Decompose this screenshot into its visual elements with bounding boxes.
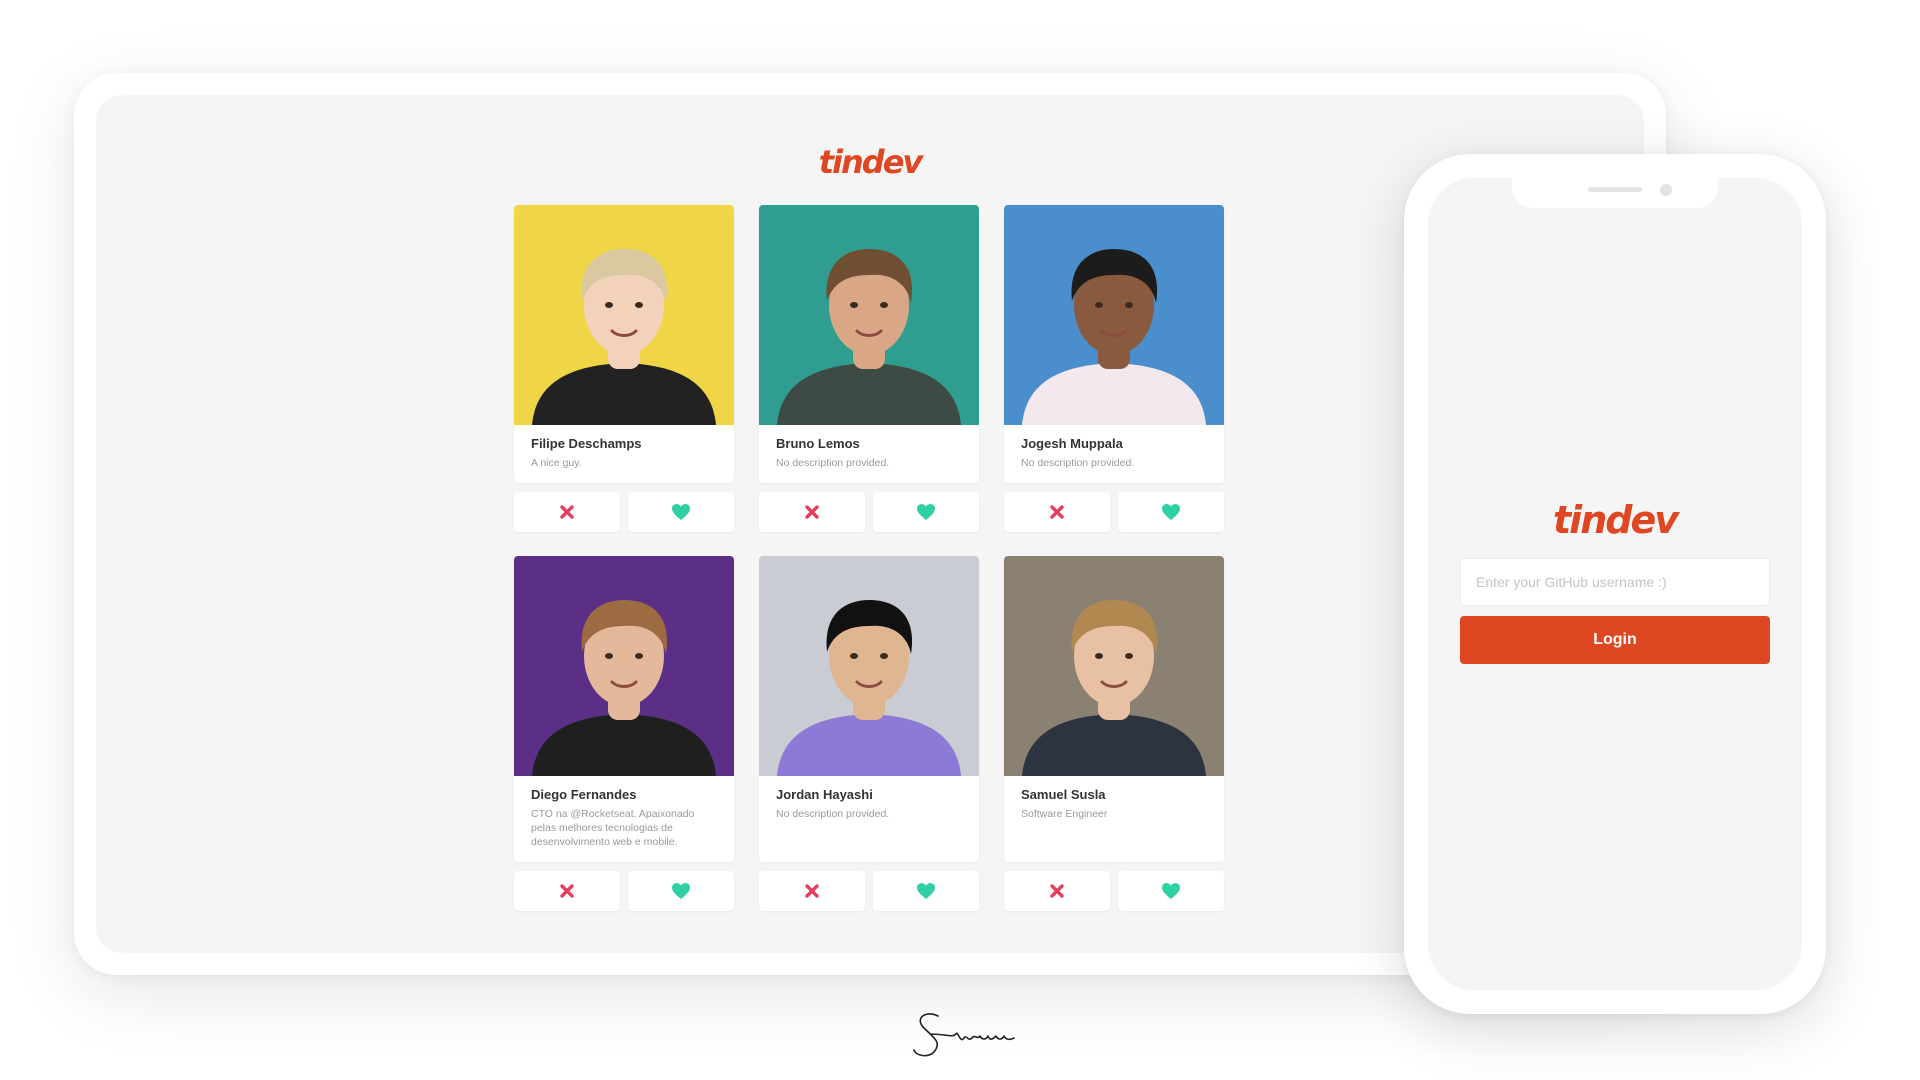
profile-photo bbox=[1004, 556, 1224, 776]
profile-card: Samuel Susla Software Engineer bbox=[1004, 556, 1224, 862]
profile-photo bbox=[759, 205, 979, 425]
close-icon bbox=[804, 504, 820, 520]
developer-name: Diego Fernandes bbox=[531, 787, 637, 802]
profile-info: Jogesh Muppala No description provided. bbox=[1004, 425, 1224, 483]
avatar bbox=[1004, 205, 1224, 425]
phone-notch bbox=[1512, 178, 1718, 208]
avatar bbox=[1004, 556, 1224, 776]
heart-icon bbox=[916, 882, 936, 900]
profile-card: Diego Fernandes CTO na @Rocketseat. Apaix… bbox=[514, 556, 734, 862]
profile-card: Bruno Lemos No description provided. bbox=[759, 205, 979, 483]
like-button[interactable] bbox=[628, 492, 734, 532]
developer-name: Bruno Lemos bbox=[776, 436, 860, 451]
developer-card: Bruno Lemos No description provided. bbox=[759, 205, 979, 532]
avatar bbox=[759, 556, 979, 776]
dislike-button[interactable] bbox=[514, 871, 620, 911]
developer-card: Diego Fernandes CTO na @Rocketseat. Apaix… bbox=[514, 556, 734, 911]
card-actions bbox=[759, 492, 979, 532]
developer-name: Jordan Hayashi bbox=[776, 787, 873, 802]
developer-bio: No description provided. bbox=[776, 457, 890, 469]
logo-text: tindev bbox=[818, 143, 924, 181]
like-button[interactable] bbox=[1118, 871, 1224, 911]
app-logo[interactable]: tindev bbox=[96, 143, 1644, 181]
developer-card: Jogesh Muppala No description provided. bbox=[1004, 205, 1224, 532]
dislike-button[interactable] bbox=[1004, 492, 1110, 532]
heart-icon bbox=[1161, 882, 1181, 900]
dislike-button[interactable] bbox=[759, 871, 865, 911]
heart-icon bbox=[671, 503, 691, 521]
close-icon bbox=[559, 504, 575, 520]
avatar bbox=[514, 205, 734, 425]
like-button[interactable] bbox=[873, 492, 979, 532]
profile-info: Filipe Deschamps A nice guy. bbox=[514, 425, 734, 483]
profile-card: Jogesh Muppala No description provided. bbox=[1004, 205, 1224, 483]
developer-name: Jogesh Muppala bbox=[1021, 436, 1123, 451]
developer-card: Filipe Deschamps A nice guy. bbox=[514, 205, 734, 532]
card-actions bbox=[514, 492, 734, 532]
developer-bio: A nice guy. bbox=[531, 457, 582, 469]
phone-frame: tindev Login bbox=[1404, 154, 1826, 1014]
author-signature bbox=[913, 1013, 1015, 1057]
avatar bbox=[759, 205, 979, 425]
developer-bio: No description provided. bbox=[1021, 457, 1135, 469]
heart-icon bbox=[916, 503, 936, 521]
heart-icon bbox=[1161, 503, 1181, 521]
close-icon bbox=[804, 883, 820, 899]
close-icon bbox=[559, 883, 575, 899]
card-actions bbox=[1004, 492, 1224, 532]
profile-photo bbox=[759, 556, 979, 776]
developer-name: Filipe Deschamps bbox=[531, 436, 642, 451]
like-button[interactable] bbox=[628, 871, 734, 911]
developer-bio: Software Engineer bbox=[1021, 808, 1108, 820]
profile-photo bbox=[514, 205, 734, 425]
profile-card: Jordan Hayashi No description provided. bbox=[759, 556, 979, 862]
profile-info: Jordan Hayashi No description provided. bbox=[759, 776, 979, 862]
avatar bbox=[514, 556, 734, 776]
developer-bio: CTO na @Rocketseat. Apaixonado pelas mel… bbox=[531, 808, 695, 848]
profile-photo bbox=[1004, 205, 1224, 425]
logo-text: tindev bbox=[1553, 498, 1679, 542]
profile-card: Filipe Deschamps A nice guy. bbox=[514, 205, 734, 483]
login-logo: tindev bbox=[1428, 498, 1802, 543]
developer-grid: Filipe Deschamps A nice guy. Bruno Lemos No… bbox=[514, 205, 1226, 911]
dislike-button[interactable] bbox=[514, 492, 620, 532]
dislike-button[interactable] bbox=[1004, 871, 1110, 911]
speaker-grille bbox=[1588, 187, 1642, 192]
mobile-login-screen: tindev Login bbox=[1428, 178, 1802, 990]
developer-bio: No description provided. bbox=[776, 808, 890, 820]
developer-card: Samuel Susla Software Engineer bbox=[1004, 556, 1224, 911]
login-button[interactable]: Login bbox=[1460, 616, 1770, 664]
profile-info: Bruno Lemos No description provided. bbox=[759, 425, 979, 483]
heart-icon bbox=[671, 882, 691, 900]
github-username-input[interactable] bbox=[1460, 558, 1770, 606]
card-actions bbox=[1004, 871, 1224, 911]
card-actions bbox=[514, 871, 734, 911]
like-button[interactable] bbox=[873, 871, 979, 911]
profile-info: Samuel Susla Software Engineer bbox=[1004, 776, 1224, 862]
close-icon bbox=[1049, 883, 1065, 899]
card-actions bbox=[759, 871, 979, 911]
close-icon bbox=[1049, 504, 1065, 520]
profile-info: Diego Fernandes CTO na @Rocketseat. Apaix… bbox=[514, 776, 734, 862]
developer-name: Samuel Susla bbox=[1021, 787, 1106, 802]
developer-card: Jordan Hayashi No description provided. bbox=[759, 556, 979, 911]
front-camera bbox=[1660, 184, 1672, 196]
profile-photo bbox=[514, 556, 734, 776]
dislike-button[interactable] bbox=[759, 492, 865, 532]
like-button[interactable] bbox=[1118, 492, 1224, 532]
